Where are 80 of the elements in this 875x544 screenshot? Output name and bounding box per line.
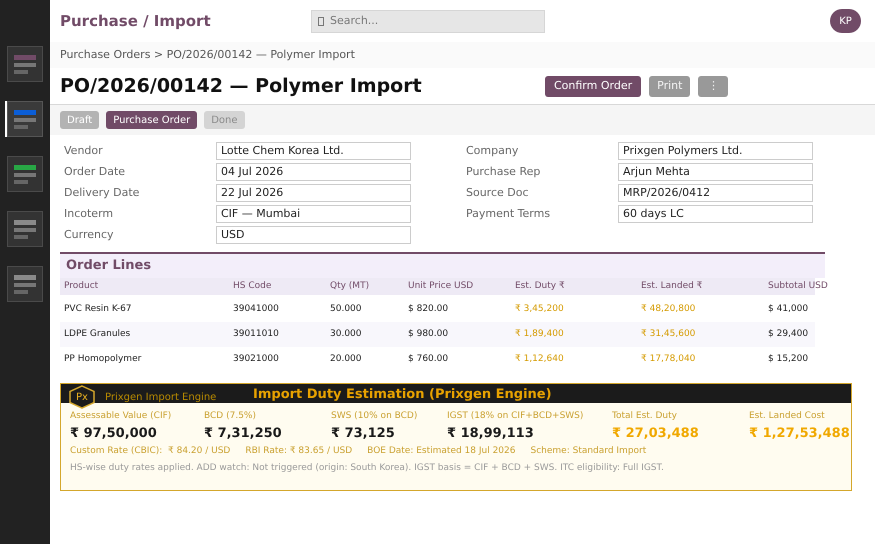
figure-label: Assessable Value (CIF) xyxy=(70,410,172,423)
action-button[interactable]: Confirm Order xyxy=(545,76,642,96)
search-placeholder: Search... xyxy=(330,12,378,29)
column-header: Est. Duty ₹ xyxy=(515,280,566,293)
field-label: Source Doc xyxy=(465,184,530,201)
input-field[interactable]: 60 days LC xyxy=(618,205,813,223)
field-label: Currency xyxy=(63,226,115,243)
field-label: Vendor xyxy=(63,142,104,159)
table-cell-text: 20.000 xyxy=(330,352,362,366)
input-field[interactable]: Arjun Mehta xyxy=(618,163,813,181)
rate-text: Custom Rate (CBIC): ₹ 84.20 / USD xyxy=(70,445,230,458)
rate-text: BOE Date: Estimated 18 Jul 2026 xyxy=(367,445,516,458)
table-cell-text: PVC Resin K-67 xyxy=(64,302,133,316)
input-field[interactable]: USD xyxy=(216,226,411,244)
table-cell-text: 50.000 xyxy=(330,302,362,316)
table-cell-text: 30.000 xyxy=(330,328,362,341)
table-cell-text: $ 15,200 xyxy=(768,352,810,366)
input-field[interactable]: 04 Jul 2026 xyxy=(216,163,411,181)
field-label: Order Date xyxy=(63,164,126,180)
table-cell-text: $ 760.00 xyxy=(408,352,450,366)
figure-label: IGST (18% on CIF+BCD+SWS) xyxy=(447,410,584,423)
app-icon[interactable] xyxy=(7,266,43,302)
table-cell-text: PP Homopolymer xyxy=(64,352,142,366)
column-header: Product xyxy=(64,280,100,293)
rate-text: RBI Rate: ₹ 83.65 / USD xyxy=(245,445,352,458)
app-icon[interactable] xyxy=(7,211,43,247)
search-field[interactable]: Search... xyxy=(311,10,545,32)
figure-label: Total Est. Duty xyxy=(612,410,678,423)
column-header: Subtotal USD xyxy=(768,280,829,293)
input-field[interactable]: CIF — Mumbai xyxy=(216,205,411,223)
table-cell-text: ₹ 1,12,640 xyxy=(515,352,565,366)
table-cell-text: $ 41,000 xyxy=(768,302,810,316)
column-header: Unit Price USD xyxy=(408,280,474,293)
table-cell-text: ₹ 1,89,400 xyxy=(515,328,565,341)
figure-value: ₹ 1,27,53,488 xyxy=(749,424,849,442)
table-cell-text: 39011010 xyxy=(233,328,280,341)
column-header: Qty (MT) xyxy=(330,280,370,293)
input-field[interactable]: 22 Jul 2026 xyxy=(216,184,411,202)
panel-title: Import Duty Estimation (Prixgen Engine) xyxy=(253,386,552,404)
table-cell-text: ₹ 48,20,800 xyxy=(641,302,696,316)
table-cell-text: ₹ 3,45,200 xyxy=(515,302,565,316)
figure-value: ₹ 18,99,113 xyxy=(447,424,535,442)
table-cell-text: LDPE Granules xyxy=(64,328,132,341)
section-title: Order Lines xyxy=(66,257,152,276)
engine-name: Prixgen Import Engine xyxy=(105,391,216,405)
field-label: Purchase Rep xyxy=(465,164,542,180)
figure-label: Est. Landed Cost xyxy=(749,410,826,423)
status-stage[interactable]: Purchase Order xyxy=(106,111,198,129)
figure-value: ₹ 27,03,488 xyxy=(612,424,700,442)
table-cell-text: $ 980.00 xyxy=(408,328,450,341)
figure-value: ₹ 73,125 xyxy=(331,424,396,442)
field-label: Payment Terms xyxy=(465,206,552,222)
search-icon xyxy=(318,16,324,26)
table-cell-text: $ 29,400 xyxy=(768,328,810,341)
field-label: Delivery Date xyxy=(63,184,140,201)
field-label: Company xyxy=(465,142,520,159)
rate-text: Scheme: Standard Import xyxy=(530,445,646,458)
figure-value: ₹ 7,31,250 xyxy=(204,424,283,442)
app-icon[interactable] xyxy=(7,101,43,137)
figure-label: BCD (7.5%) xyxy=(204,410,257,423)
table-cell-text: $ 820.00 xyxy=(408,302,450,316)
table-cell-text: 39021000 xyxy=(233,352,280,366)
note-text: HS-wise duty rates applied. ADD watch: Not triggered (origin: South Korea). IGST basis = CIF + BCD + SWS. ITC eligibility: Full IGST. xyxy=(69,462,665,474)
figure-label: SWS (10% on BCD) xyxy=(331,410,418,423)
app-title: Purchase / Import xyxy=(60,10,212,32)
table-cell-text: 39041000 xyxy=(233,302,280,316)
column-header: Est. Landed ₹ xyxy=(641,280,704,293)
app-icon[interactable] xyxy=(7,46,43,82)
app-icon[interactable] xyxy=(7,156,43,192)
logo-badge: Px xyxy=(69,385,95,409)
input-field[interactable]: Lotte Chem Korea Ltd. xyxy=(216,142,411,160)
user-avatar[interactable]: KP xyxy=(830,9,861,33)
figure-value: ₹ 97,50,000 xyxy=(70,424,158,442)
input-field[interactable]: Prixgen Polymers Ltd. xyxy=(618,142,813,160)
page-title: PO/2026/00142 — Polymer Import xyxy=(60,74,423,99)
field-label: Incoterm xyxy=(63,206,114,222)
table-cell-text: ₹ 31,45,600 xyxy=(641,328,696,341)
table-cell-text: ₹ 17,78,040 xyxy=(641,352,696,366)
column-header: HS Code xyxy=(233,280,272,293)
input-field[interactable]: MRP/2026/0412 xyxy=(618,184,813,202)
